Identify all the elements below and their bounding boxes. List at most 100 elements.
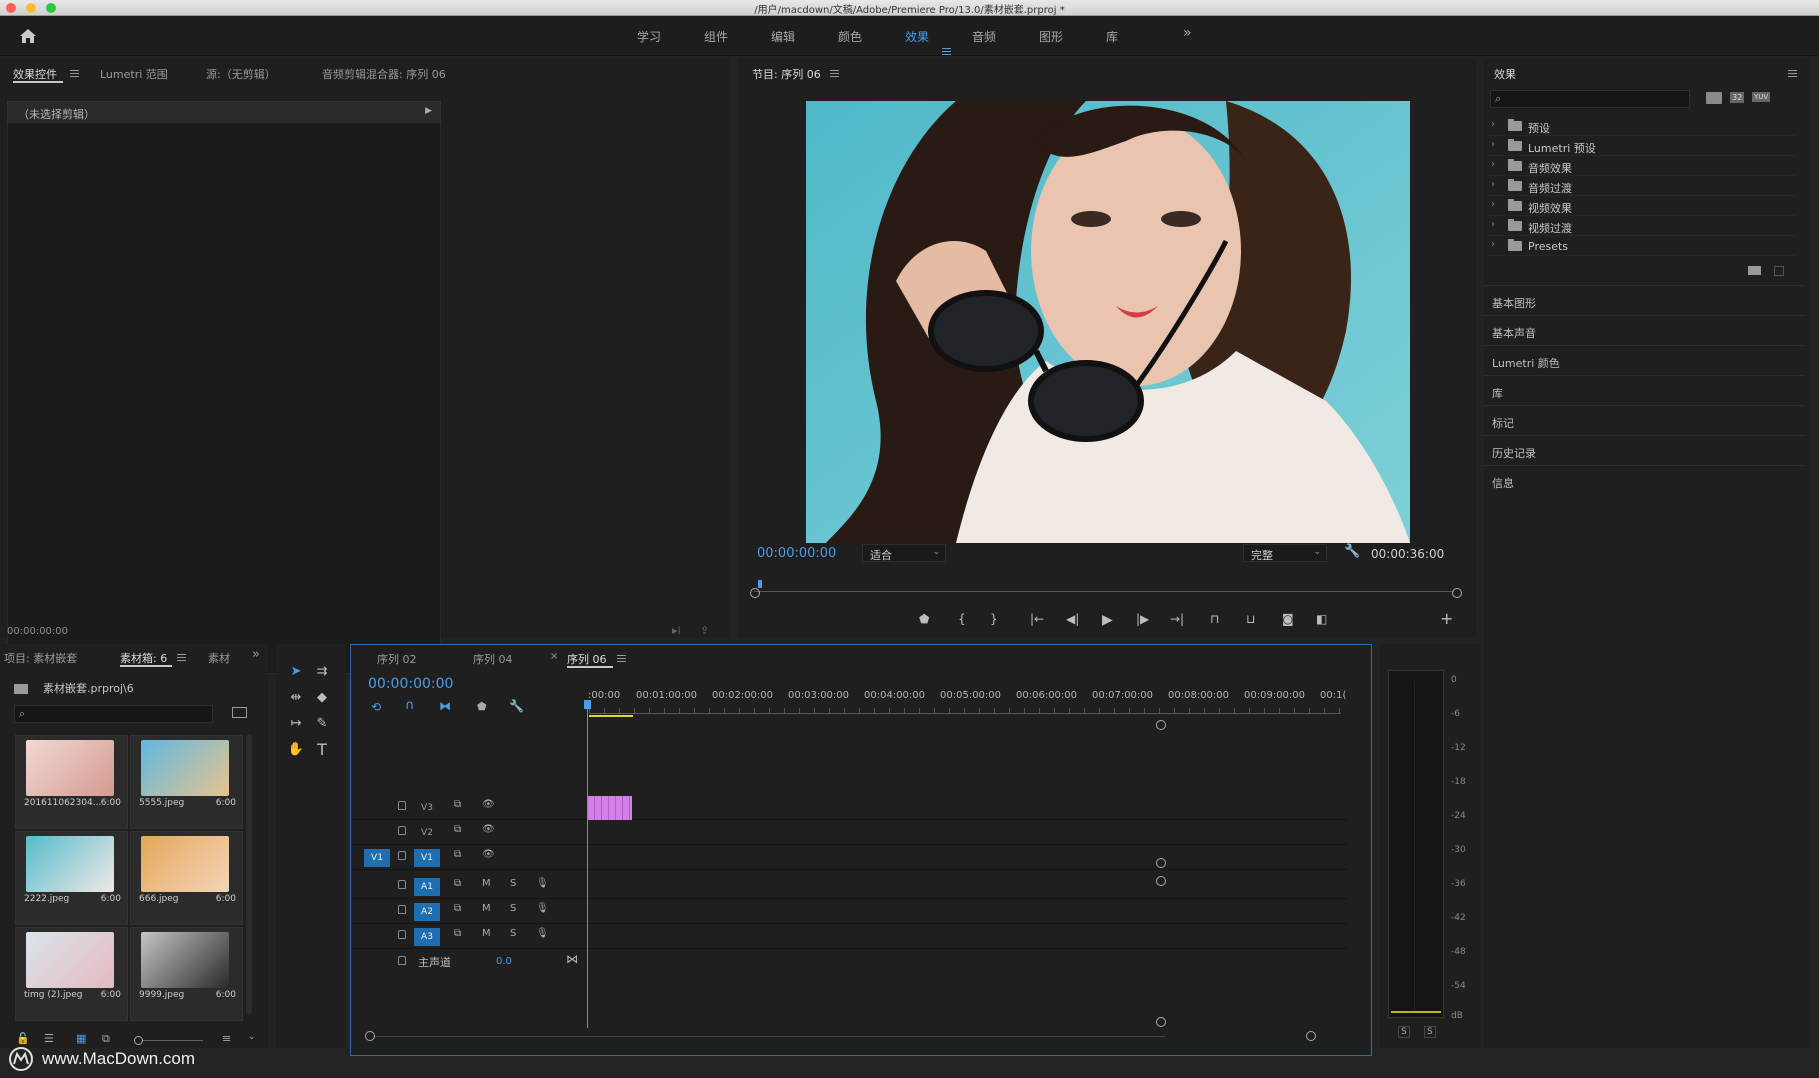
track-name[interactable]: V1 xyxy=(414,849,440,867)
go-to-edit-point-icon[interactable]: ⋈ xyxy=(566,952,578,966)
tab-project[interactable]: 项目: 素材嵌套 xyxy=(4,650,77,666)
solo-right-button[interactable]: S xyxy=(1424,1026,1436,1038)
vertical-scroll-handle[interactable] xyxy=(1156,1017,1166,1027)
mute-button[interactable]: M xyxy=(482,903,491,914)
video-clip[interactable] xyxy=(588,796,632,820)
close-tab-icon[interactable]: × xyxy=(550,651,558,662)
timeline-menu-icon[interactable] xyxy=(617,655,626,662)
lock-icon[interactable] xyxy=(398,801,406,810)
accelerated-effects-icon[interactable] xyxy=(1706,92,1722,104)
playhead-marker[interactable] xyxy=(584,700,591,709)
filter-icon[interactable]: ▸⁞ xyxy=(672,624,681,637)
lift-icon[interactable]: ⊓ xyxy=(1210,612,1219,626)
eye-icon[interactable]: 👁 xyxy=(482,849,495,860)
sync-lock-icon[interactable]: ⧉ xyxy=(454,928,461,939)
playhead-marker[interactable] xyxy=(758,580,762,588)
section-markers[interactable]: 标记 xyxy=(1484,405,1804,431)
workspace-libraries[interactable]: 库 xyxy=(1106,28,1118,45)
solo-button[interactable]: S xyxy=(510,878,516,889)
list-view-icon[interactable]: ☰ xyxy=(44,1032,54,1045)
play-icon[interactable]: ▶ xyxy=(1102,612,1113,628)
project-search-input[interactable]: ⌕ xyxy=(14,705,213,723)
workspace-graphics[interactable]: 图形 xyxy=(1039,28,1063,45)
chevron-down-icon[interactable]: ⌄ xyxy=(248,1032,256,1042)
workspace-audio[interactable]: 音频 xyxy=(972,28,996,45)
tab-sequence-06[interactable]: 序列 06 xyxy=(567,651,607,667)
fit-dropdown[interactable]: 适合 ⌄ xyxy=(862,544,946,562)
panel-menu-icon[interactable] xyxy=(70,70,79,77)
lock-icon[interactable] xyxy=(398,905,406,914)
timeline-timecode[interactable]: 00:00:00:00 xyxy=(368,676,453,692)
tree-item-presets[interactable]: › 预设 xyxy=(1488,116,1796,136)
go-to-out-icon[interactable]: →| xyxy=(1170,612,1184,626)
solo-left-button[interactable]: S xyxy=(1398,1026,1410,1038)
workspace-effects[interactable]: 效果 xyxy=(905,28,929,45)
sync-lock-icon[interactable]: ⧉ xyxy=(454,849,461,860)
icon-view-icon[interactable]: ▦ xyxy=(76,1032,86,1045)
workspace-editing[interactable]: 编辑 xyxy=(771,28,795,45)
solo-button[interactable]: S xyxy=(510,928,516,939)
export-icon[interactable]: ⇪ xyxy=(700,624,709,637)
zoom-handle-left[interactable] xyxy=(750,588,760,598)
section-lumetri-color[interactable]: Lumetri 颜色 xyxy=(1484,345,1804,371)
lock-icon[interactable] xyxy=(398,930,406,939)
horizontal-zoom-handle[interactable] xyxy=(1306,1031,1316,1041)
vertical-scroll-handle[interactable] xyxy=(1156,720,1166,730)
32bit-effects-icon[interactable]: 32 xyxy=(1730,92,1745,103)
effects-menu-icon[interactable] xyxy=(1788,70,1797,77)
master-track[interactable]: 主声道 0.0 ⋈ xyxy=(352,950,1348,975)
program-timecode[interactable]: 00:00:00:00 xyxy=(757,546,836,561)
zoom-slider-track[interactable] xyxy=(143,1040,203,1041)
microphone-icon[interactable]: 🎙 xyxy=(536,878,549,889)
project-scrollbar[interactable] xyxy=(246,734,252,1014)
section-libraries[interactable]: 库 xyxy=(1484,375,1804,401)
tab-bin[interactable]: 素材箱: 6 xyxy=(120,650,167,666)
program-menu-icon[interactable] xyxy=(830,70,839,77)
ripple-edit-tool-icon[interactable]: ⇹ xyxy=(286,688,306,708)
sync-lock-icon[interactable]: ⧉ xyxy=(454,903,461,914)
sync-lock-icon[interactable]: ⧉ xyxy=(454,824,461,835)
eye-icon[interactable]: 👁 xyxy=(482,824,495,835)
tab-effect-controls[interactable]: 效果控件 xyxy=(13,66,57,82)
workspace-learn[interactable]: 学习 xyxy=(637,28,661,45)
section-essential-sound[interactable]: 基本声音 xyxy=(1484,315,1804,341)
tab-bin-2[interactable]: 素材 xyxy=(208,650,230,666)
quality-dropdown[interactable]: 完整 ⌄ xyxy=(1243,544,1327,562)
tree-item-video-transitions[interactable]: › 视频过渡 xyxy=(1488,216,1796,236)
find-bin-icon[interactable] xyxy=(232,707,247,718)
program-scrub-bar[interactable] xyxy=(754,578,1454,594)
track-name[interactable]: A3 xyxy=(414,928,440,946)
section-essential-graphics[interactable]: 基本图形 xyxy=(1484,285,1804,311)
lock-icon[interactable] xyxy=(398,880,406,889)
work-area-bar[interactable] xyxy=(589,715,633,717)
add-marker-icon[interactable]: ⬟ xyxy=(477,700,487,713)
tab-source[interactable]: 源:（无剪辑） xyxy=(206,66,276,82)
type-tool-icon[interactable]: T xyxy=(312,740,332,760)
tab-sequence-04[interactable]: 序列 04 xyxy=(473,651,513,667)
source-patch-v1[interactable]: V1 xyxy=(364,849,390,867)
workspace-color[interactable]: 颜色 xyxy=(838,28,862,45)
mute-button[interactable]: M xyxy=(482,878,491,889)
track-name[interactable]: A2 xyxy=(414,903,440,921)
microphone-icon[interactable]: 🎙 xyxy=(536,928,549,939)
track-select-tool-icon[interactable]: ⇉ xyxy=(312,662,332,682)
linked-selection-icon[interactable]: ⧓ xyxy=(439,699,451,713)
yuv-effects-icon[interactable]: YUV xyxy=(1752,92,1771,102)
lock-icon[interactable]: 🔓 xyxy=(16,1032,30,1045)
mark-out-icon[interactable]: } xyxy=(990,612,998,626)
sync-lock-icon[interactable]: ⧉ xyxy=(454,799,461,810)
workspace-menu-icon[interactable] xyxy=(942,48,951,55)
solo-button[interactable]: S xyxy=(510,903,516,914)
tree-item-video-effects[interactable]: › 视频效果 xyxy=(1488,196,1796,216)
add-button-icon[interactable]: + xyxy=(1440,609,1453,628)
zoom-handle-right[interactable] xyxy=(1452,588,1462,598)
horizontal-zoom-handle[interactable] xyxy=(365,1031,375,1041)
timeline-settings-icon[interactable]: 🔧 xyxy=(509,699,524,713)
freeform-view-icon[interactable]: ⧉ xyxy=(102,1032,110,1046)
sync-lock-icon[interactable]: ⧉ xyxy=(454,878,461,889)
master-volume[interactable]: 0.0 xyxy=(496,956,512,967)
trash-icon[interactable] xyxy=(1774,266,1784,276)
workspace-assembly[interactable]: 组件 xyxy=(704,28,728,45)
step-back-icon[interactable]: ◀| xyxy=(1066,612,1079,626)
video-track-v3[interactable]: V3 ⧉ 👁 xyxy=(352,795,1348,820)
